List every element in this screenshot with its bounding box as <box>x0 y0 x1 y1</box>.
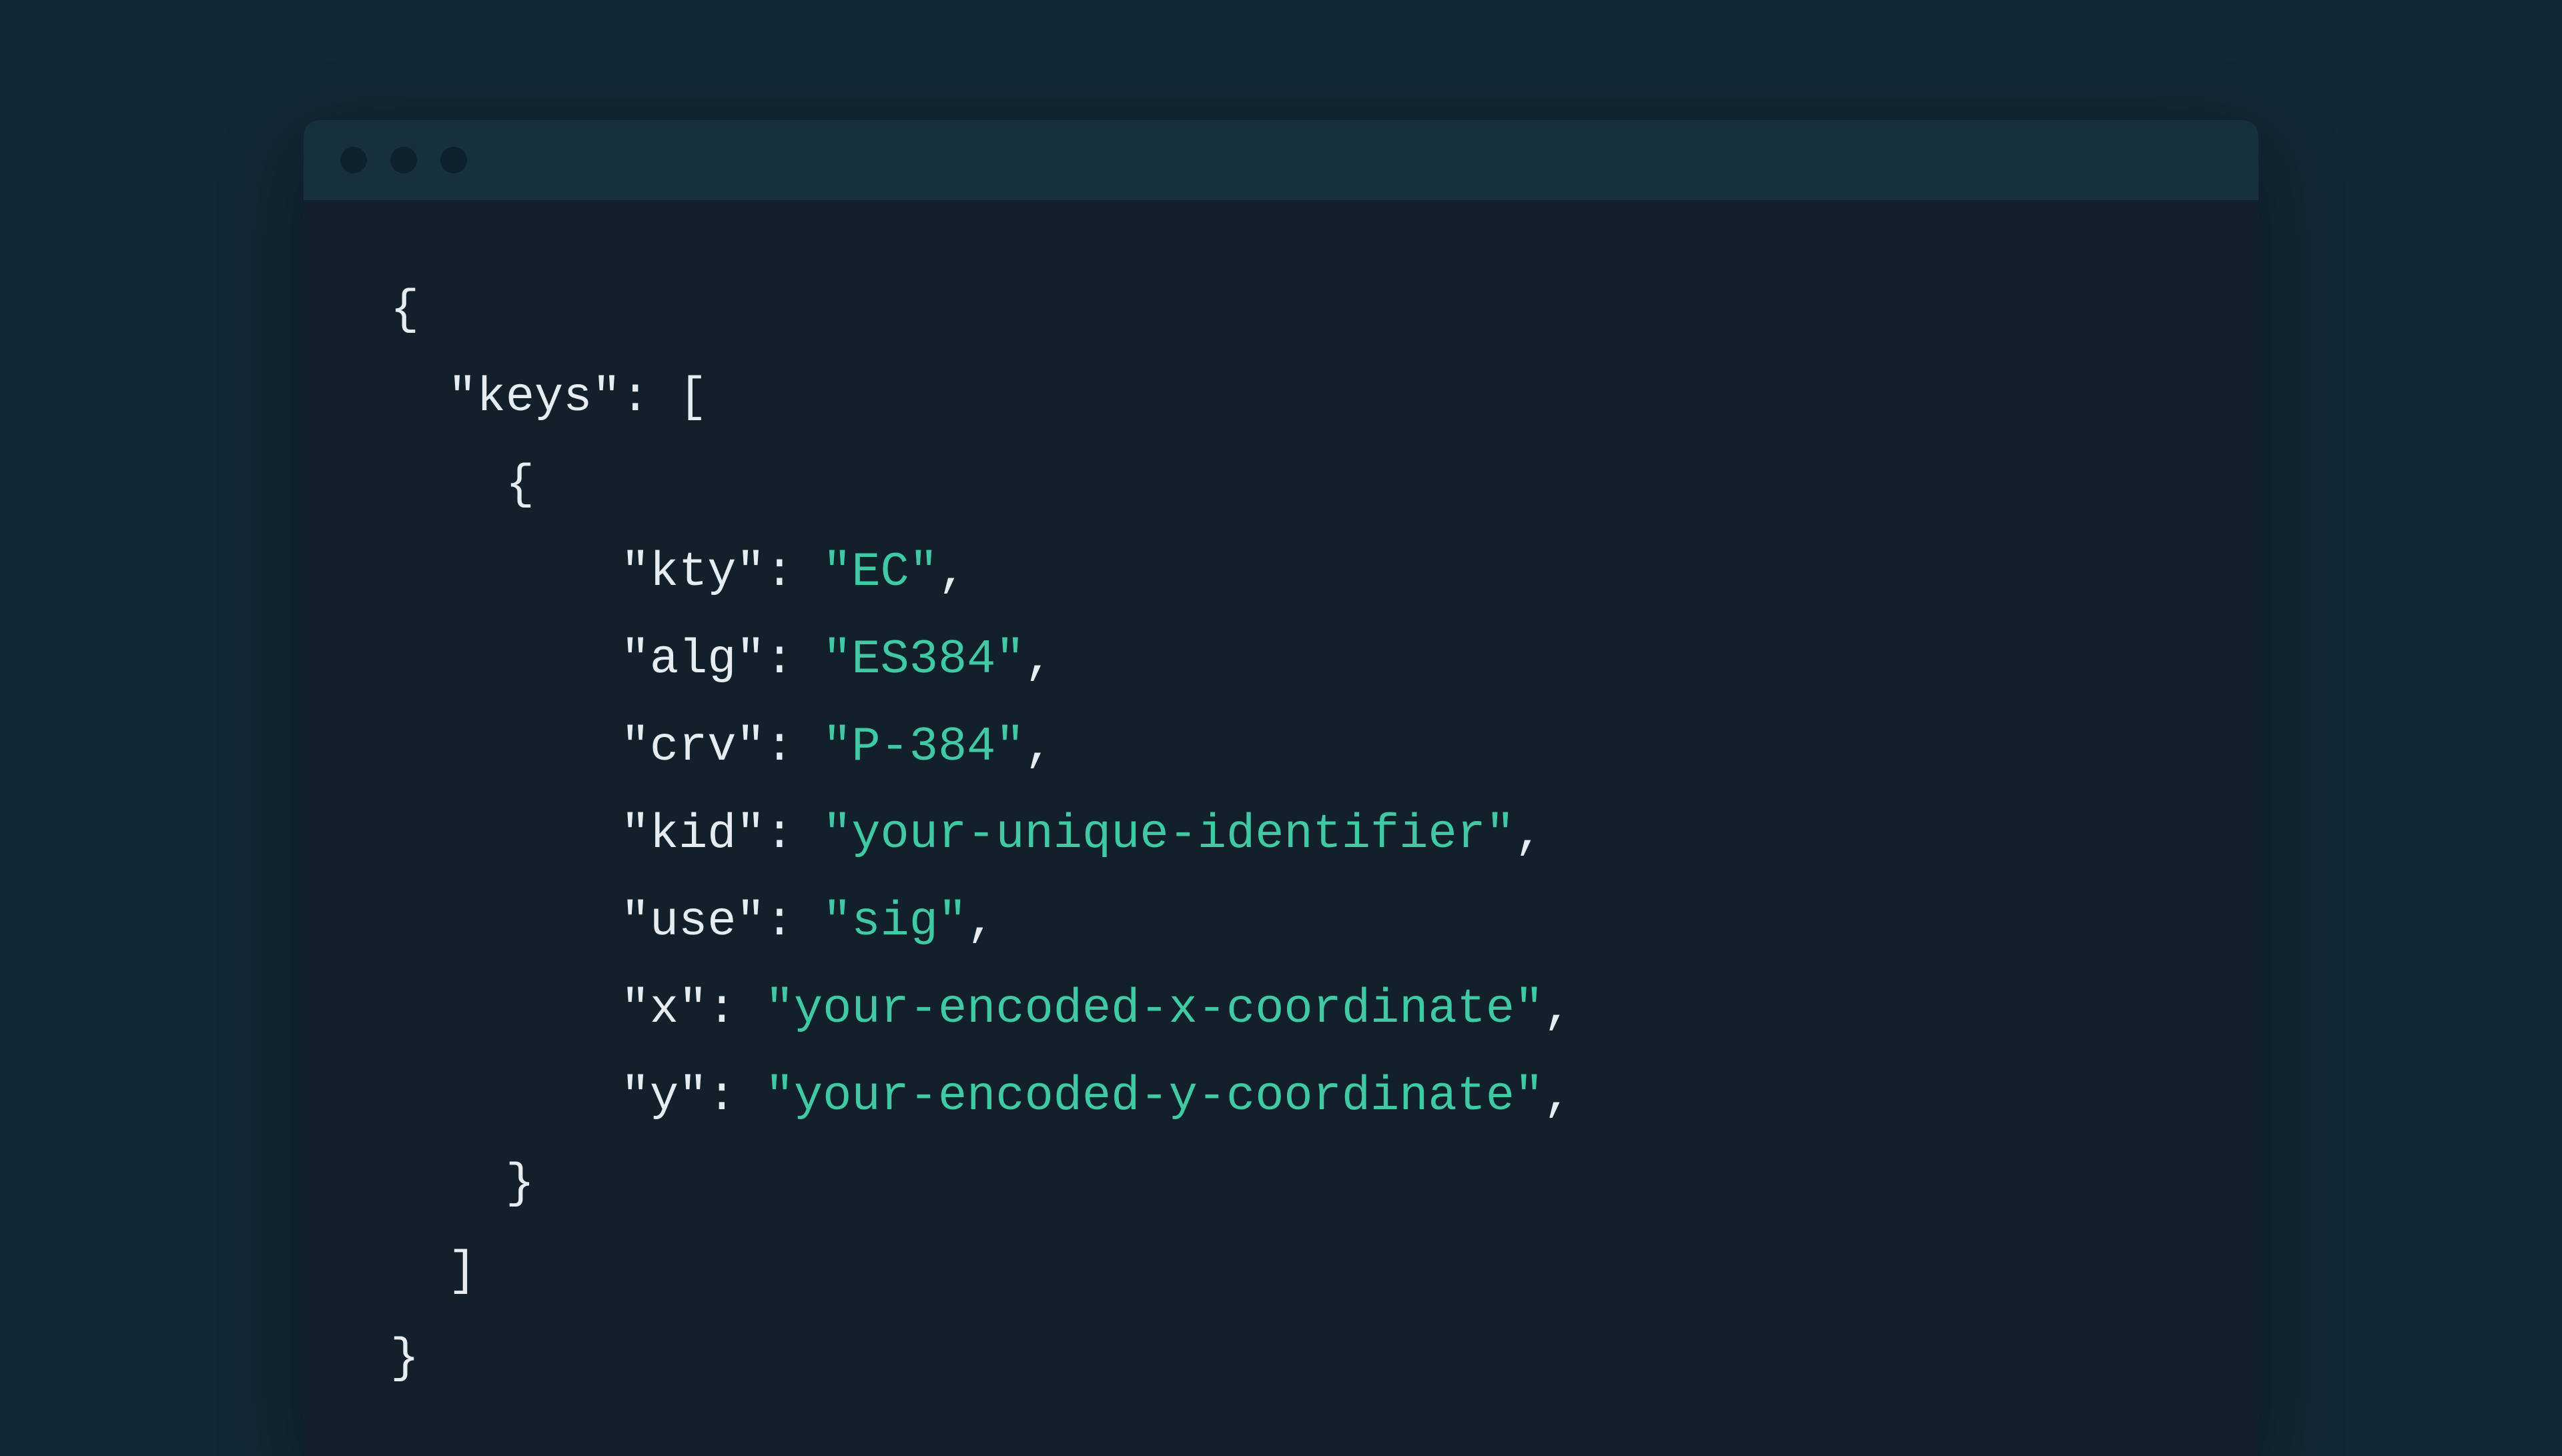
json-val-use: "sig" <box>823 894 967 949</box>
colon: : <box>765 894 823 949</box>
colon: : <box>707 982 765 1036</box>
comma: , <box>1543 982 1572 1036</box>
json-val-kid: "your-unique-identifier" <box>823 807 1515 862</box>
json-key-crv: "crv" <box>621 720 765 774</box>
colon: : <box>621 370 679 425</box>
comma: , <box>938 545 967 600</box>
json-key-y: "y" <box>621 1069 708 1124</box>
comma: , <box>1025 632 1053 687</box>
json-val-y: "your-encoded-y-coordinate" <box>765 1069 1544 1124</box>
json-val-crv: "P-384" <box>823 720 1024 774</box>
brace-close-inner: } <box>506 1157 534 1211</box>
bracket-close: ] <box>448 1244 476 1299</box>
comma: , <box>1543 1069 1572 1124</box>
colon: : <box>765 545 823 600</box>
json-key-use: "use" <box>621 894 765 949</box>
colon: : <box>765 632 823 687</box>
json-val-alg: "ES384" <box>823 632 1024 687</box>
comma: , <box>967 894 995 949</box>
bracket-open: [ <box>679 370 707 425</box>
window-titlebar <box>304 120 2258 200</box>
json-key-kid: "kid" <box>621 807 765 862</box>
comma: , <box>1025 720 1053 774</box>
json-val-kty: "EC" <box>823 545 938 600</box>
close-icon[interactable] <box>340 147 367 173</box>
code-window: { "keys": [ { "kty": "EC", "alg": "ES384… <box>304 120 2258 1456</box>
comma: , <box>1515 807 1543 862</box>
json-key-kty: "kty" <box>621 545 765 600</box>
colon: : <box>707 1069 765 1124</box>
code-block: { "keys": [ { "kty": "EC", "alg": "ES384… <box>304 200 2258 1456</box>
brace-open-inner: { <box>506 458 534 512</box>
minimize-icon[interactable] <box>390 147 417 173</box>
colon: : <box>765 807 823 862</box>
brace-open: { <box>390 283 419 337</box>
json-key-keys: "keys" <box>448 370 620 425</box>
json-val-x: "your-encoded-x-coordinate" <box>765 982 1544 1036</box>
maximize-icon[interactable] <box>440 147 467 173</box>
brace-close: } <box>390 1331 419 1386</box>
json-key-alg: "alg" <box>621 632 765 687</box>
json-key-x: "x" <box>621 982 708 1036</box>
colon: : <box>765 720 823 774</box>
